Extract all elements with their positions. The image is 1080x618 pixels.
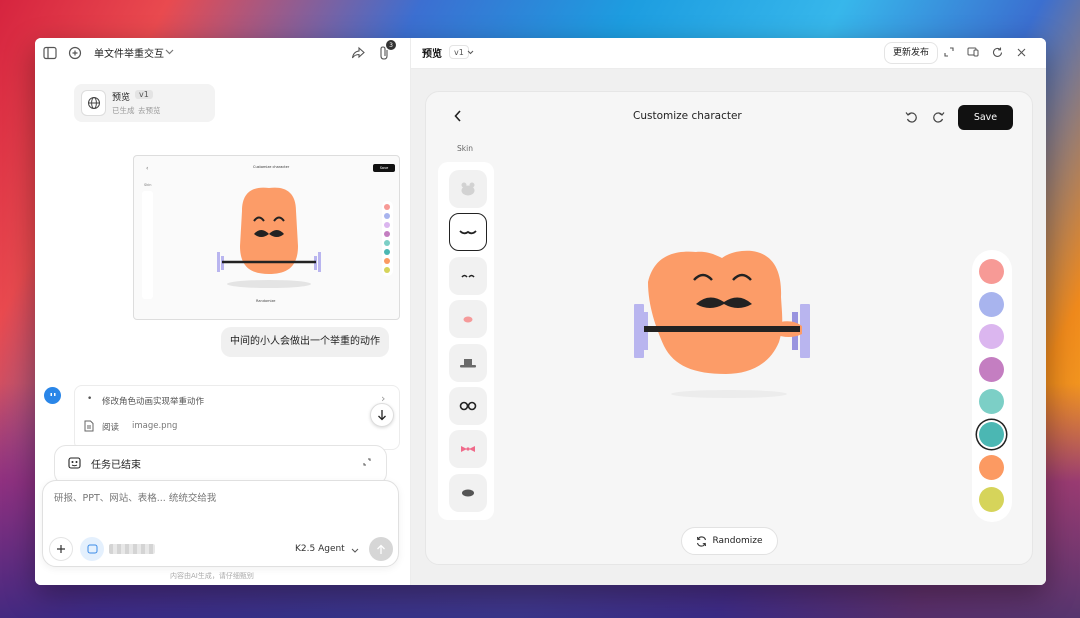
skin-option-hat[interactable] (449, 344, 487, 382)
skin-option-bear[interactable] (449, 170, 487, 208)
thumb-randomize: Randomize (256, 299, 276, 303)
globe-icon (81, 90, 106, 116)
blurred-label (109, 544, 155, 554)
customizer-title: Customize character (633, 110, 742, 122)
app-window: 单文件举重交互 3 预览 v1 已生成 去预览 ‹ Customize char… (35, 38, 1046, 585)
preview-card-status: 已生成 (112, 106, 135, 115)
chat-panel: 单文件举重交互 3 预览 v1 已生成 去预览 ‹ Customize char… (35, 38, 411, 585)
skin-option-shadow[interactable] (449, 474, 487, 512)
color-swatch[interactable] (979, 324, 1004, 350)
send-button[interactable] (369, 537, 393, 561)
preview-card[interactable]: 预览 v1 已生成 去预览 (74, 84, 215, 122)
character-body (648, 250, 783, 374)
color-swatch[interactable] (979, 291, 1004, 317)
read-file[interactable]: image.png (132, 421, 177, 431)
color-swatch[interactable] (979, 454, 1004, 480)
screenshot-thumbnail[interactable]: ‹ Customize character Save Skin Randomiz… (133, 155, 400, 320)
version-badge: v1 (135, 90, 153, 99)
thumb-save: Save (373, 164, 395, 172)
preview-title: 预览 (422, 49, 442, 60)
preview-header: 预览 v1 更新发布 (411, 38, 1046, 69)
task-status-label: 任务已结束 (91, 460, 141, 471)
thumb-color-column (382, 201, 393, 276)
color-swatch[interactable] (979, 389, 1004, 415)
save-button[interactable]: Save (958, 105, 1013, 130)
chat-input[interactable]: 研报、PPT、网站、表格... 统统交给我 (54, 490, 216, 504)
skin-option-bowtie[interactable] (449, 430, 487, 468)
expand-icon[interactable] (361, 456, 373, 468)
publish-button[interactable]: 更新发布 (884, 42, 939, 64)
thumb-skin-label: Skin (144, 183, 152, 187)
attachment-count-badge: 3 (386, 40, 396, 50)
share-icon[interactable] (349, 44, 367, 62)
preview-panel: 预览 v1 更新发布 Customize character Save Skin… (411, 38, 1046, 585)
user-message: 中间的小人会做出一个举重的动作 (221, 327, 389, 357)
back-icon[interactable] (450, 108, 466, 124)
preview-card-title: 预览 (112, 93, 131, 103)
scroll-down-button[interactable] (370, 403, 394, 427)
randomize-label: Randomize (712, 536, 763, 546)
disclaimer: 内容由AI生成，请仔细甄别 (170, 572, 254, 580)
sidebar-toggle-icon[interactable] (41, 44, 59, 62)
agent-mode-icon[interactable] (80, 537, 104, 561)
undo-icon[interactable] (903, 109, 919, 125)
skin-option-blush[interactable] (449, 300, 487, 338)
model-selector[interactable]: K2.5 Agent (295, 544, 345, 554)
step-label: 修改角色动画实现举重动作 (102, 397, 205, 407)
add-button[interactable] (49, 537, 73, 561)
chevron-down-icon[interactable] (350, 545, 360, 555)
fullscreen-icon[interactable] (942, 45, 956, 59)
thumb-back-icon: ‹ (146, 165, 149, 172)
thumb-title: Customize character (253, 165, 290, 169)
redo-icon[interactable] (930, 109, 946, 125)
task-status-bar[interactable]: 任务已结束 (54, 445, 387, 485)
color-swatch[interactable] (979, 487, 1004, 513)
shuffle-icon (697, 535, 707, 547)
barbell-bar (644, 326, 800, 332)
character-customizer: Customize character Save Skin Randomize (425, 91, 1033, 565)
chat-input-box: 研报、PPT、网站、表格... 统统交给我 K2.5 Agent (42, 480, 399, 567)
character (634, 250, 810, 398)
chat-title[interactable]: 单文件举重交互 (94, 45, 164, 60)
new-chat-icon[interactable] (66, 44, 84, 62)
color-swatch[interactable] (979, 259, 1004, 284)
chevron-down-icon[interactable] (465, 47, 475, 57)
steps-panel: • 修改角色动画实现举重动作 › 阅读 image.png (74, 385, 400, 450)
step-bullet: • (87, 394, 93, 404)
skin-column (438, 162, 494, 520)
close-icon[interactable] (1014, 45, 1028, 59)
skin-option-spectacles[interactable] (449, 387, 487, 425)
thumb-skin-column (142, 191, 153, 299)
randomize-button[interactable]: Randomize (681, 527, 778, 555)
color-palette (972, 250, 1012, 522)
robot-icon (66, 455, 82, 471)
thumb-character (217, 187, 321, 288)
document-icon (83, 419, 95, 433)
assistant-avatar (44, 387, 61, 404)
refresh-icon[interactable] (990, 45, 1004, 59)
skin-option-glasses[interactable] (449, 257, 487, 295)
preview-card-link[interactable]: 去预览 (138, 105, 161, 116)
chevron-down-icon[interactable] (163, 45, 175, 59)
color-swatch[interactable] (979, 422, 1004, 447)
skin-option-mustache[interactable] (449, 213, 487, 251)
skin-label: Skin (457, 144, 473, 153)
device-icon[interactable] (966, 45, 980, 59)
read-label: 阅读 (102, 423, 120, 433)
color-swatch[interactable] (979, 356, 1004, 382)
